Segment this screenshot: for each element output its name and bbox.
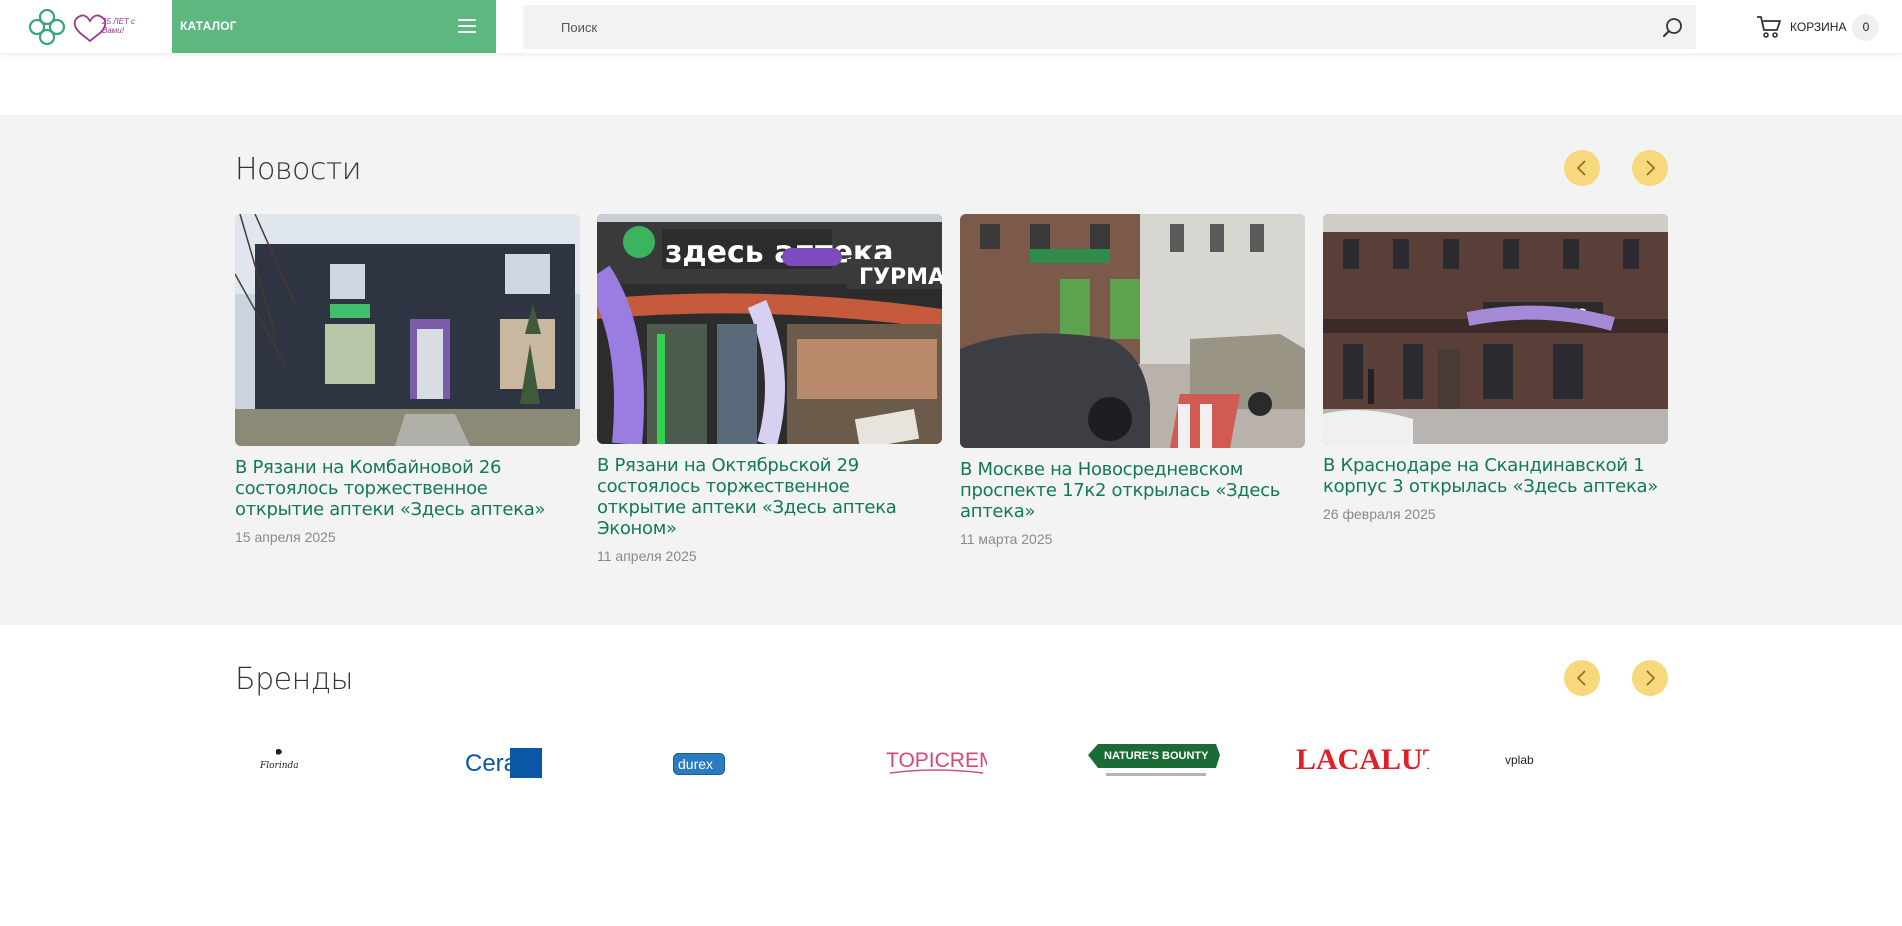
brand-logo-topicrem[interactable]: TOPICREM: [885, 745, 996, 782]
brands-prev-button[interactable]: [1564, 660, 1600, 696]
news-card-title[interactable]: В Краснодаре на Скандинавской 1 корпус 3…: [1323, 455, 1668, 497]
chevron-left-icon: [1576, 670, 1586, 686]
site-header: 25 ЛЕТ с Вами! КАТАЛОГ КОРЗИНА 0: [0, 0, 1902, 53]
brand-logo-cerave[interactable]: CeraVe: [464, 748, 545, 783]
news-image[interactable]: здесь аптека ГУРМАН: [597, 214, 942, 444]
menu-icon: [458, 19, 476, 33]
brand-name: NATURE'S BOUNTY: [1104, 750, 1209, 762]
brand-logo-florinda[interactable]: Florinda: [258, 748, 302, 779]
catalog-button[interactable]: КАТАЛОГ: [172, 0, 496, 53]
brands-next-button[interactable]: [1632, 660, 1668, 696]
brand-name: Florinda: [259, 761, 299, 771]
news-image[interactable]: [960, 214, 1305, 448]
brand-logo-vplab[interactable]: vplab: [1504, 752, 1544, 777]
brand-logo-durex[interactable]: durex: [673, 753, 725, 780]
news-card[interactable]: В Рязани на Комбайновой 26 состоялось то…: [235, 214, 580, 545]
news-card-date: 11 марта 2025: [960, 531, 1053, 547]
news-card-title[interactable]: В Рязани на Комбайновой 26 состоялось то…: [235, 457, 580, 520]
news-card-date: 26 февраля 2025: [1323, 506, 1436, 522]
brand-name: TOPICREM: [886, 749, 987, 772]
cart-label: КОРЗИНА: [1790, 20, 1847, 34]
news-next-button[interactable]: [1632, 150, 1668, 186]
brand-name: LACALUT: [1296, 743, 1429, 772]
news-card[interactable]: В Москве на Новосредневском проспекте 17…: [960, 214, 1305, 547]
news-image[interactable]: [235, 214, 580, 446]
brand-name: durex: [678, 756, 713, 772]
news-card[interactable]: здесь аптека В Краснодаре на Скандинавск…: [1323, 214, 1668, 522]
cart-count-badge: 0: [1852, 13, 1880, 41]
news-image[interactable]: здесь аптека: [1323, 214, 1668, 444]
site-logo[interactable]: 25 ЛЕТ с Вами!: [28, 7, 148, 47]
brand-name: CeraVe: [465, 750, 542, 777]
search-input[interactable]: [561, 17, 1621, 37]
brand-logo-lacalut[interactable]: LACALUT: [1295, 742, 1443, 777]
brand-name: vplab: [1505, 753, 1534, 767]
news-card-date: 15 апреля 2025: [235, 529, 336, 545]
chevron-right-icon: [1646, 670, 1656, 686]
brand-logo-natures-bounty[interactable]: NATURE'S BOUNTY: [1086, 742, 1222, 787]
logo-text: 25 ЛЕТ с Вами!: [102, 17, 136, 35]
catalog-label: КАТАЛОГ: [180, 19, 237, 33]
brands-title: Бренды: [235, 662, 353, 697]
chevron-right-icon: [1646, 160, 1656, 176]
news-card-date: 11 апреля 2025: [597, 548, 697, 564]
news-prev-button[interactable]: [1564, 150, 1600, 186]
chevron-left-icon: [1576, 160, 1586, 176]
search-bar: [523, 5, 1696, 49]
news-card-title[interactable]: В Москве на Новосредневском проспекте 17…: [960, 459, 1305, 522]
news-card-title[interactable]: В Рязани на Октябрьской 29 состоялось то…: [597, 455, 942, 539]
search-icon[interactable]: [1662, 17, 1684, 39]
news-section: Новости В Рязани на Комбайновой 26 состо…: [0, 115, 1902, 625]
svg-text:ГУРМАН: ГУРМАН: [859, 265, 942, 290]
news-card[interactable]: здесь аптека ГУРМАН В Рязани на Октябрьс…: [597, 214, 942, 564]
cart-icon: [1757, 16, 1781, 38]
news-title: Новости: [235, 152, 362, 187]
cart-button[interactable]: КОРЗИНА 0: [1756, 13, 1880, 41]
